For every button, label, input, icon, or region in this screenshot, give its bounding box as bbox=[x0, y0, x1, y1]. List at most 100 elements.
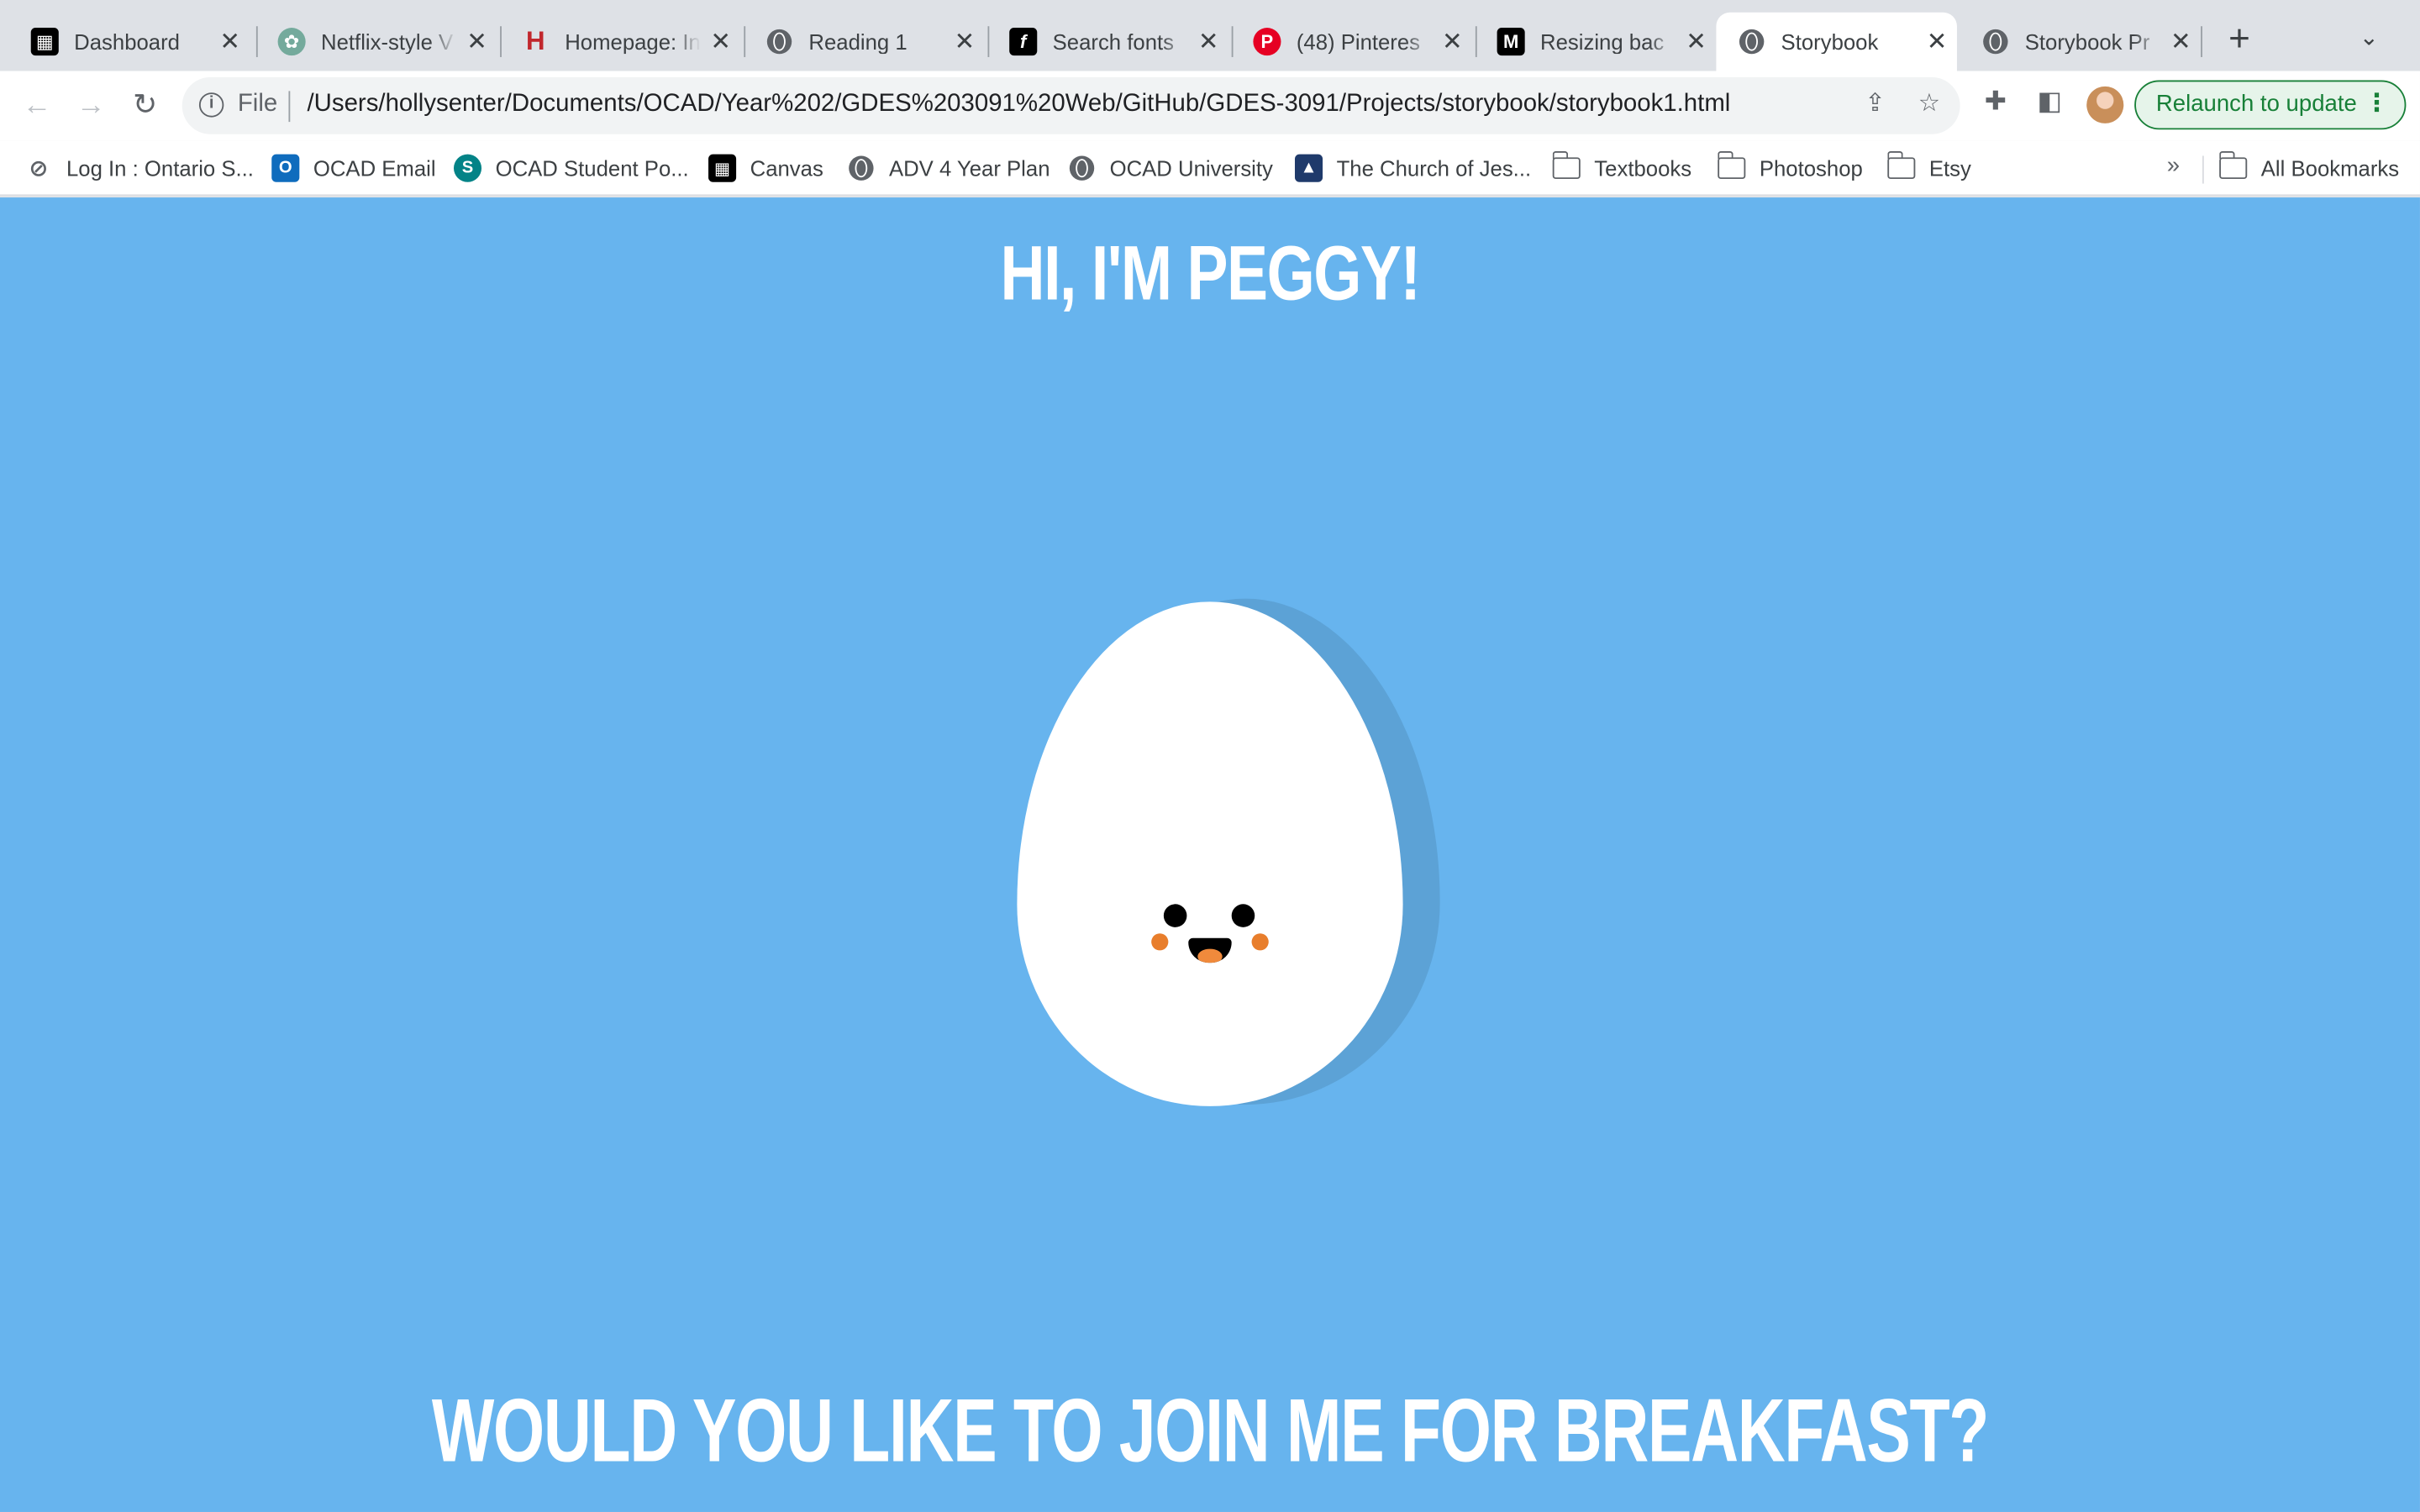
left-cheek bbox=[1151, 933, 1169, 951]
chatgpt-icon: ✿ bbox=[277, 28, 306, 56]
reload-icon[interactable]: ↻ bbox=[124, 85, 166, 128]
globe-icon bbox=[1068, 155, 1096, 182]
tab-title: Netflix-style V bbox=[321, 29, 454, 55]
extensions-puzzle-icon[interactable]: ✚ bbox=[1977, 87, 2014, 123]
bookmark-label: Photoshop bbox=[1759, 155, 1863, 181]
fonts-icon: f bbox=[1009, 28, 1038, 56]
canvas-icon: ▦ bbox=[30, 28, 59, 56]
tab-resizing[interactable]: M Resizing bac ✕ bbox=[1476, 13, 1717, 71]
close-icon[interactable]: ✕ bbox=[457, 26, 497, 57]
close-icon[interactable]: ✕ bbox=[1432, 26, 1472, 57]
tab-separator bbox=[2201, 26, 2202, 57]
h-logo-icon: H bbox=[526, 26, 545, 56]
back-arrow-icon[interactable]: ← bbox=[15, 85, 58, 128]
close-icon[interactable]: ✕ bbox=[1188, 26, 1228, 57]
greeting-heading: HI, I'M PEGGY! bbox=[1000, 229, 1420, 317]
globe-icon bbox=[765, 28, 793, 55]
folder-icon bbox=[1717, 150, 1746, 180]
left-eye bbox=[1163, 904, 1187, 927]
bookmark-label: The Church of Jes... bbox=[1336, 155, 1532, 181]
ontario-icon: ⊘ bbox=[29, 155, 49, 182]
bookmark-label: OCAD Student Po... bbox=[495, 155, 689, 181]
bookmark-label: OCAD Email bbox=[313, 155, 436, 181]
pinterest-icon: P bbox=[1253, 28, 1281, 56]
right-eye bbox=[1231, 904, 1255, 927]
folder-icon bbox=[1886, 150, 1916, 180]
tab-pinterest[interactable]: P (48) Pinteres ✕ bbox=[1232, 13, 1473, 71]
bookmark-folder-etsy[interactable]: Etsy bbox=[1886, 150, 1971, 184]
tab-title: Homepage: In bbox=[565, 29, 701, 55]
omnibox-divider bbox=[288, 91, 291, 123]
tab-storybook-active[interactable]: Storybook ✕ bbox=[1716, 12, 1957, 71]
close-icon[interactable]: ✕ bbox=[944, 26, 985, 57]
bookmark-church[interactable]: ▲ The Church of Jes... bbox=[1294, 153, 1532, 184]
egg-character bbox=[1011, 598, 1459, 1111]
bookmarks-overflow-chevron-icon[interactable]: » bbox=[2167, 153, 2180, 179]
tab-title: Dashboard bbox=[74, 29, 180, 55]
browser-toolbar: ← → ↻ i File /Users/hollysenter/Document… bbox=[0, 71, 2420, 141]
tab-search-chevron-icon[interactable]: ⌄ bbox=[2352, 24, 2386, 57]
url-text[interactable]: /Users/hollysenter/Documents/OCAD/Year%2… bbox=[308, 91, 1731, 118]
relaunch-to-update-button[interactable]: Relaunch to update ⋮ bbox=[2134, 80, 2407, 130]
bookmark-ocad-student-portal[interactable]: S OCAD Student Po... bbox=[453, 153, 689, 184]
globe-icon bbox=[847, 155, 875, 182]
tab-storybook-pr[interactable]: Storybook Pr ✕ bbox=[1960, 13, 2202, 71]
bookmark-adv-4-year-plan[interactable]: ADV 4 Year Plan bbox=[847, 153, 1050, 184]
bookmark-label: Log In : Ontario S... bbox=[66, 155, 254, 181]
info-icon[interactable]: i bbox=[198, 92, 224, 118]
medium-icon: M bbox=[1497, 28, 1525, 56]
globe-icon bbox=[1738, 28, 1765, 55]
bookmark-label: ADV 4 Year Plan bbox=[888, 155, 1050, 181]
all-bookmarks-button[interactable]: All Bookmarks bbox=[2218, 150, 2400, 184]
close-icon[interactable]: ✕ bbox=[701, 26, 741, 57]
new-tab-button[interactable]: + bbox=[2219, 21, 2260, 62]
bookmarks-bar: ⊘ Log In : Ontario S... O OCAD Email S O… bbox=[0, 140, 2420, 197]
smiling-mouth bbox=[1188, 937, 1232, 963]
tab-title: Resizing bac bbox=[1540, 29, 1665, 55]
folder-icon bbox=[2218, 150, 2248, 180]
close-icon[interactable]: ✕ bbox=[1676, 26, 1717, 57]
share-icon[interactable]: ⇪ bbox=[1858, 88, 1891, 122]
tab-title: Storybook bbox=[1781, 29, 1879, 55]
right-cheek bbox=[1251, 933, 1269, 951]
bookmark-label: Canvas bbox=[750, 155, 823, 181]
folder-icon bbox=[1551, 150, 1581, 180]
address-bar[interactable]: i File /Users/hollysenter/Documents/OCAD… bbox=[182, 76, 1960, 134]
outlook-icon: O bbox=[271, 154, 300, 182]
bookmarks-separator bbox=[2202, 155, 2204, 184]
globe-icon bbox=[1981, 28, 2009, 55]
bookmark-label: Etsy bbox=[1928, 155, 1971, 181]
tab-title: Storybook Pr bbox=[2024, 29, 2150, 55]
bookmark-folder-photoshop[interactable]: Photoshop bbox=[1717, 150, 1863, 184]
tongue bbox=[1197, 948, 1223, 963]
tab-dashboard[interactable]: ▦ Dashboard ✕ bbox=[9, 13, 250, 71]
close-icon[interactable]: ✕ bbox=[210, 26, 250, 57]
tab-homepage[interactable]: H Homepage: In ✕ bbox=[500, 13, 741, 71]
bookmark-label: OCAD University bbox=[1109, 155, 1273, 181]
tab-reading-1[interactable]: Reading 1 ✕ bbox=[744, 13, 985, 71]
breakfast-question-heading: WOULD YOU LIKE TO JOIN ME FOR BREAKFAST? bbox=[431, 1380, 1990, 1482]
tab-search-fonts[interactable]: f Search fonts ✕ bbox=[987, 13, 1228, 71]
bookmark-label: Textbooks bbox=[1594, 155, 1692, 181]
star-bookmark-icon[interactable]: ☆ bbox=[1912, 88, 1946, 122]
kebab-menu-icon[interactable]: ⋮ bbox=[2365, 81, 2389, 126]
scheme-label: File bbox=[237, 91, 278, 118]
side-panel-icon[interactable]: ◧ bbox=[2031, 87, 2068, 123]
bookmark-ocad-university[interactable]: OCAD University bbox=[1068, 153, 1273, 184]
forward-arrow-icon[interactable]: → bbox=[70, 85, 113, 128]
canvas-icon: ▦ bbox=[708, 154, 737, 182]
tab-netflix-style[interactable]: ✿ Netflix-style V ✕ bbox=[256, 13, 497, 71]
tab-title: Search fonts bbox=[1052, 29, 1175, 55]
tab-title: Reading 1 bbox=[808, 29, 908, 55]
profile-avatar[interactable] bbox=[2086, 86, 2124, 123]
bookmark-canvas[interactable]: ▦ Canvas bbox=[708, 153, 823, 184]
close-icon[interactable]: ✕ bbox=[2160, 26, 2201, 57]
all-bookmarks-label: All Bookmarks bbox=[2260, 155, 2400, 181]
close-icon[interactable]: ✕ bbox=[1917, 26, 1957, 57]
church-icon: ▲ bbox=[1294, 154, 1323, 182]
storybook-page: HI, I'M PEGGY! WOULD YOU LIKE TO JOIN ME… bbox=[0, 197, 2420, 1512]
bookmark-folder-textbooks[interactable]: Textbooks bbox=[1551, 150, 1692, 184]
bookmark-ontario[interactable]: ⊘ Log In : Ontario S... bbox=[24, 153, 254, 184]
relaunch-label: Relaunch to update bbox=[2155, 91, 2357, 118]
bookmark-ocad-email[interactable]: O OCAD Email bbox=[271, 153, 436, 184]
